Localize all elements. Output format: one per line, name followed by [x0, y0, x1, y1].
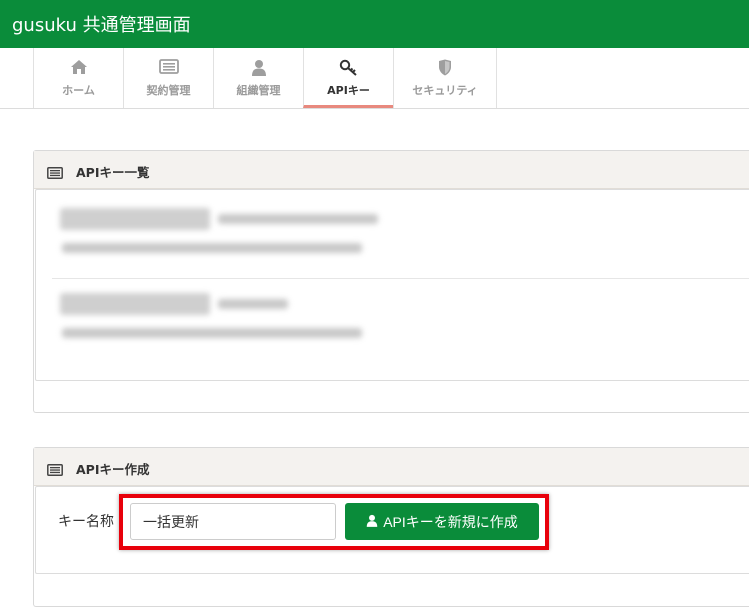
redacted-text	[62, 243, 362, 253]
redacted-text	[218, 299, 288, 309]
redacted-text	[62, 328, 362, 338]
tab-home-label: ホーム	[62, 84, 95, 97]
main-tab-bar: ホーム 契約管理 組織管理 APIキー セキュリティ	[0, 48, 749, 109]
create-api-key-button[interactable]: APIキーを新規に作成	[345, 503, 539, 540]
user-icon	[214, 59, 303, 77]
home-icon	[34, 59, 123, 77]
app-title: gusuku 共通管理画面	[12, 15, 191, 36]
create-button-label: APIキーを新規に作成	[383, 513, 518, 530]
key-name-input[interactable]	[130, 503, 336, 540]
key-name-label: キー名称	[58, 513, 114, 529]
tab-home[interactable]: ホーム	[33, 48, 124, 108]
user-icon	[366, 514, 378, 530]
tab-api-key[interactable]: APIキー	[303, 48, 394, 108]
list-item[interactable]	[60, 285, 410, 345]
list-divider	[52, 278, 749, 279]
tab-security-label: セキュリティ	[412, 84, 478, 97]
shield-icon	[394, 59, 496, 77]
api-key-list-panel: APIキー一覧	[33, 150, 749, 413]
list-icon	[47, 461, 63, 476]
redacted-badge	[60, 208, 210, 230]
list-item[interactable]	[60, 200, 410, 260]
panel-header: APIキー一覧	[34, 151, 749, 189]
app-header: gusuku 共通管理画面	[0, 0, 749, 48]
tab-security[interactable]: セキュリティ	[393, 48, 497, 108]
api-key-create-panel: APIキー作成 キー名称 APIキーを新規に作成	[33, 447, 749, 607]
api-key-create-form: キー名称 APIキーを新規に作成	[35, 486, 749, 574]
panel-title: APIキー作成	[76, 462, 150, 477]
panel-header: APIキー作成	[34, 448, 749, 486]
tab-api-key-label: APIキー	[327, 84, 370, 97]
panel-title: APIキー一覧	[76, 165, 150, 180]
key-icon	[304, 59, 393, 77]
api-key-list	[35, 189, 749, 381]
list-icon	[47, 164, 63, 179]
redacted-text	[218, 214, 378, 224]
redacted-badge	[60, 293, 210, 315]
tab-organization[interactable]: 組織管理	[213, 48, 304, 108]
tab-contract-label: 契約管理	[146, 84, 191, 97]
tab-organization-label: 組織管理	[236, 84, 281, 97]
tab-contract[interactable]: 契約管理	[123, 48, 214, 108]
contract-list-icon	[124, 59, 213, 77]
